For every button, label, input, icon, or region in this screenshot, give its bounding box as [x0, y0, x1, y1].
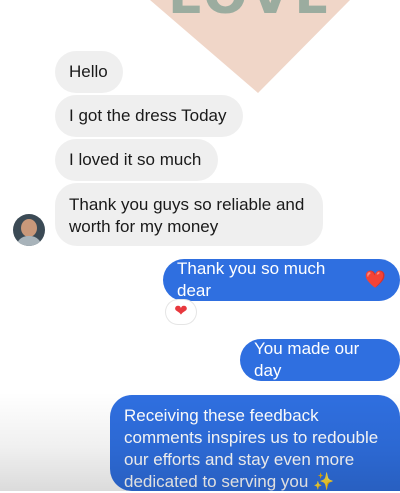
- incoming-message[interactable]: Hello: [55, 51, 123, 93]
- message-text: Hello: [69, 62, 108, 81]
- message-text: Receiving these feedback comments inspir…: [124, 405, 386, 493]
- outgoing-message[interactable]: Receiving these feedback comments inspir…: [110, 395, 400, 491]
- incoming-message[interactable]: I got the dress Today: [55, 95, 243, 137]
- message-text-body: Receiving these feedback comments inspir…: [124, 406, 379, 491]
- heart-emoji: ❤️: [364, 270, 386, 289]
- heart-word: LOVE: [168, 0, 334, 26]
- incoming-message[interactable]: Thank you guys so reliable and worth for…: [55, 183, 323, 246]
- message-text: Thank you guys so reliable and worth for…: [69, 194, 305, 236]
- outgoing-message[interactable]: You made our day: [240, 339, 400, 381]
- message-text: You made our day: [254, 339, 360, 380]
- avatar-face: [21, 219, 37, 237]
- sender-avatar[interactable]: [13, 214, 45, 246]
- message-text: Thank you so much dear: [177, 259, 326, 300]
- outgoing-message[interactable]: Thank you so much dear ❤️: [163, 259, 400, 301]
- avatar-shirt: [16, 236, 42, 246]
- message-text: I loved it so much: [69, 150, 202, 169]
- heart-reaction-icon: ❤: [174, 303, 188, 320]
- message-text: I got the dress Today: [69, 106, 227, 125]
- sparkles-emoji: ✨: [313, 472, 335, 491]
- message-reaction[interactable]: ❤: [166, 300, 196, 324]
- incoming-message[interactable]: I loved it so much: [55, 139, 218, 181]
